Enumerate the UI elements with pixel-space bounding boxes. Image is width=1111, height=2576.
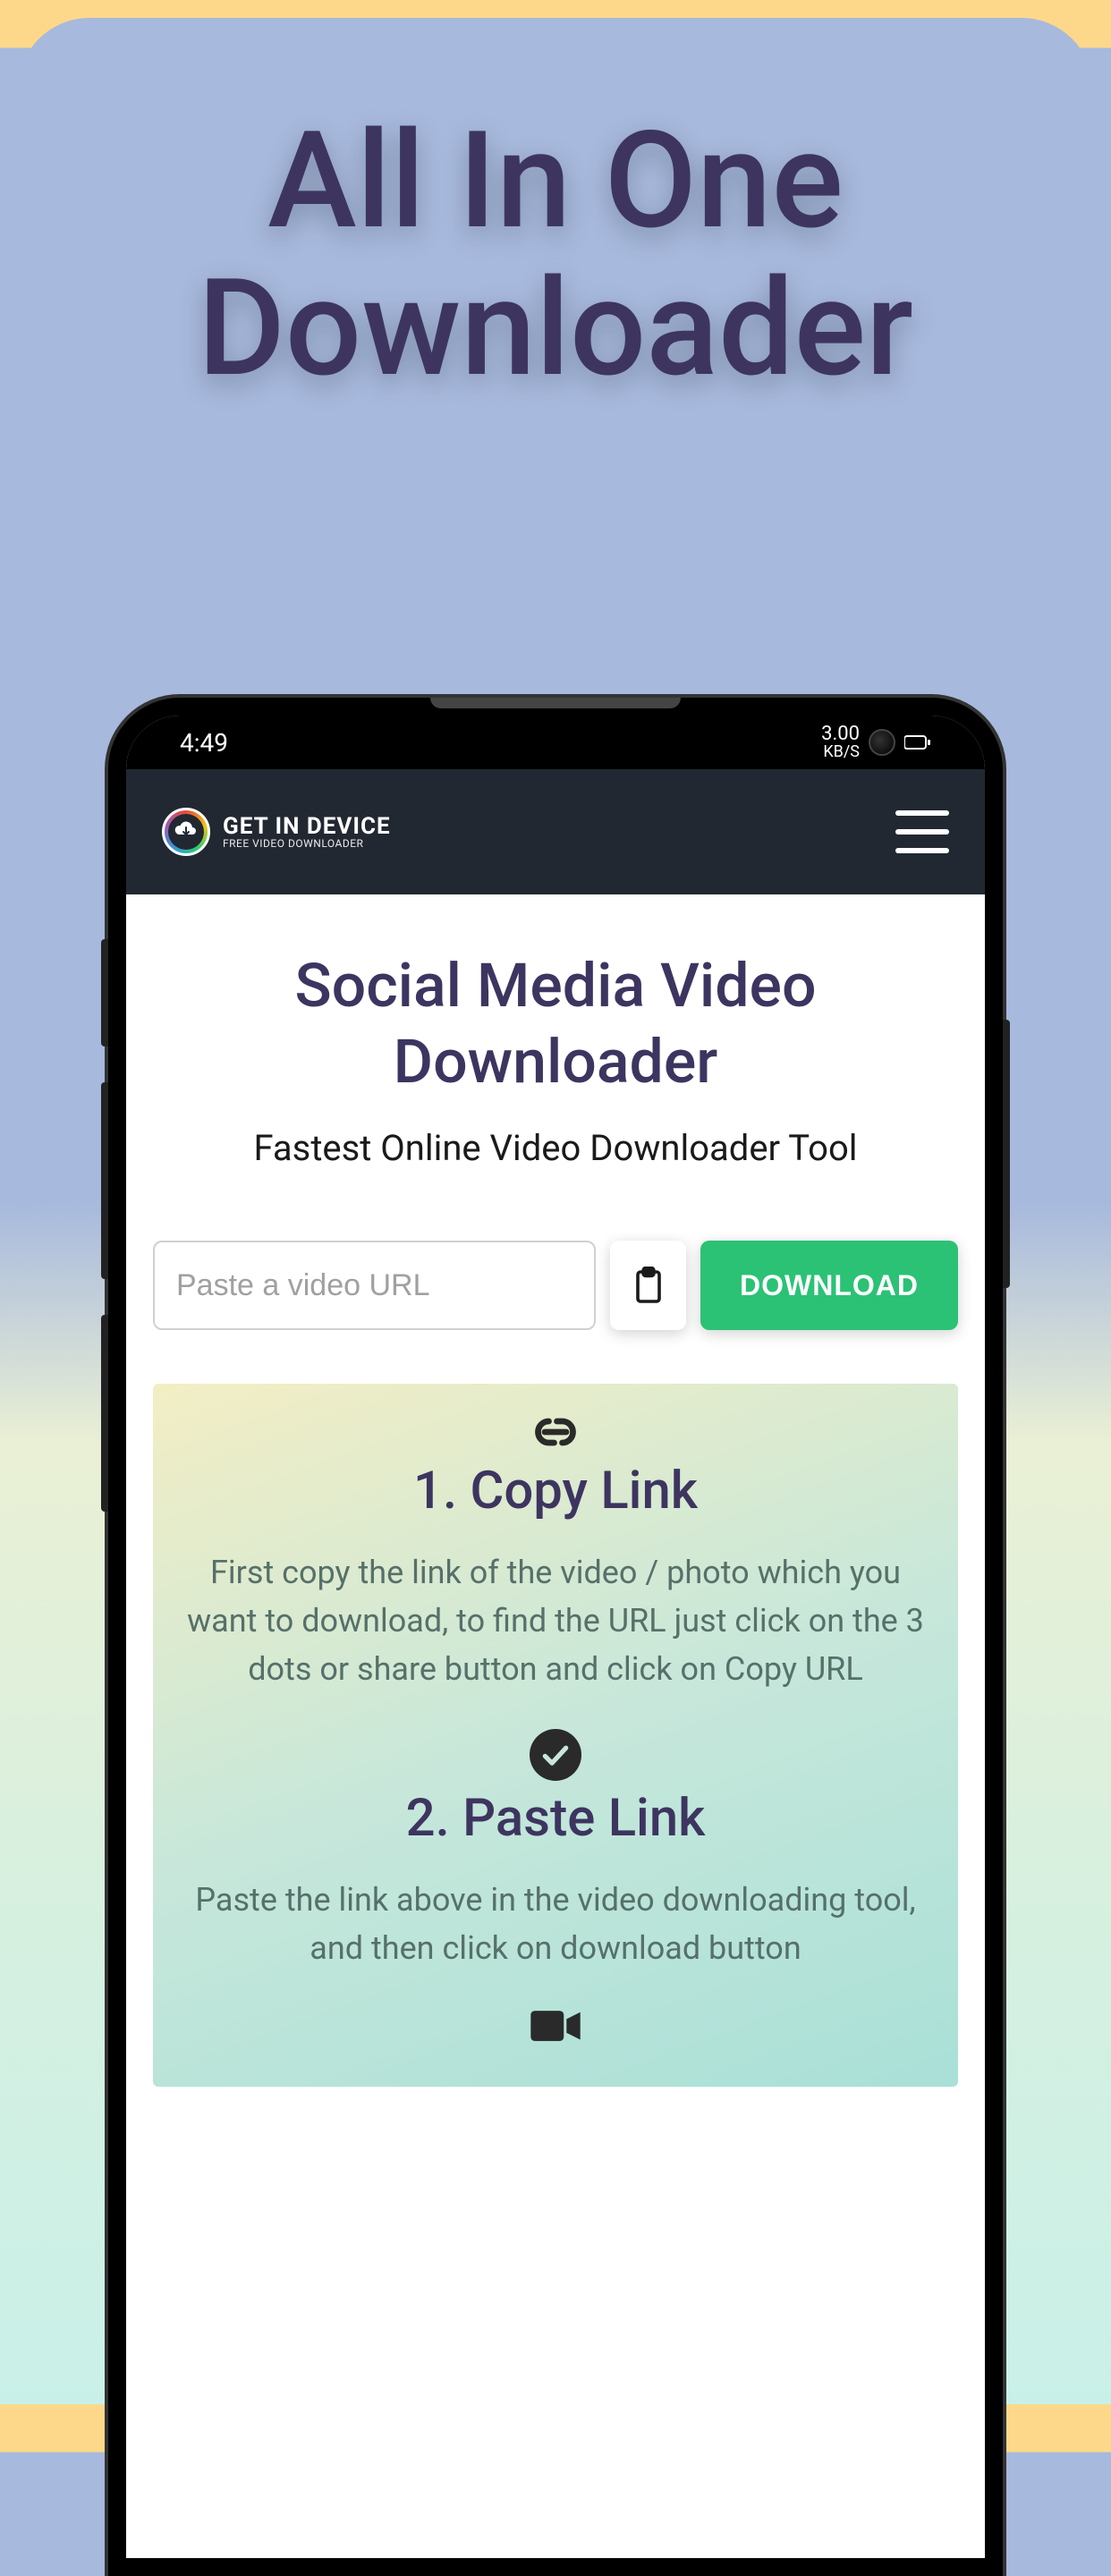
paste-button[interactable] [610,1241,686,1330]
front-camera-icon [869,729,895,756]
url-input[interactable] [153,1241,596,1330]
step-title: 2. Paste Link [171,1788,940,1849]
phone-notch [430,698,681,708]
app-logo[interactable]: GET IN DEVICE FREE VIDEO DOWNLOADER [162,808,391,856]
phone-side-button [1003,1020,1010,1288]
step-copy-link: 1. Copy Link First copy the link of the … [171,1411,940,1693]
menu-button[interactable] [895,810,949,853]
logo-text: GET IN DEVICE FREE VIDEO DOWNLOADER [223,815,391,849]
phone-side-button [101,1315,108,1512]
phone-frame: 4:49 3.00 KB/S [108,698,1003,2576]
logo-icon [162,808,210,856]
status-bar: 4:49 3.00 KB/S [126,716,985,769]
status-speed-value: 3.00 [821,724,860,744]
app-bar: GET IN DEVICE FREE VIDEO DOWNLOADER [126,769,985,894]
hamburger-line-icon [895,829,949,835]
page-title: Social Media Video Downloader [153,948,958,1100]
step-description: First copy the link of the video / photo… [171,1548,940,1693]
phone-side-button [101,1082,108,1279]
download-form: DOWNLOAD [153,1241,958,1330]
status-speed-unit: KB/S [821,744,860,760]
battery-icon [904,734,931,750]
video-icon [171,2008,940,2044]
status-speed: 3.00 KB/S [821,724,860,760]
hero-title: All In One Downloader [0,107,1111,402]
hamburger-line-icon [895,810,949,816]
status-time: 4:49 [180,728,228,758]
phone-side-button [101,939,108,1046]
phone-screen: 4:49 3.00 KB/S [126,716,985,2558]
download-button[interactable]: DOWNLOAD [700,1241,958,1330]
status-right: 3.00 KB/S [821,724,931,760]
steps-card: 1. Copy Link First copy the link of the … [153,1384,958,2087]
check-circle-icon [171,1729,940,1781]
hero-title-line1: All In One [267,102,844,259]
cloud-download-icon [174,818,199,846]
hero-title-line2: Downloader [198,250,913,407]
step-description: Paste the link above in the video downlo… [171,1876,940,1972]
step-title: 1. Copy Link [171,1461,940,1521]
link-icon [171,1411,940,1453]
hamburger-line-icon [895,848,949,853]
clipboard-icon [632,1267,665,1304]
step-download [171,2008,940,2044]
logo-title: GET IN DEVICE [223,815,391,838]
main-content: Social Media Video Downloader Fastest On… [126,894,985,2558]
logo-subtitle: FREE VIDEO DOWNLOADER [223,838,391,849]
step-paste-link: 2. Paste Link Paste the link above in th… [171,1729,940,1972]
page-subtitle: Fastest Online Video Downloader Tool [153,1127,958,1169]
